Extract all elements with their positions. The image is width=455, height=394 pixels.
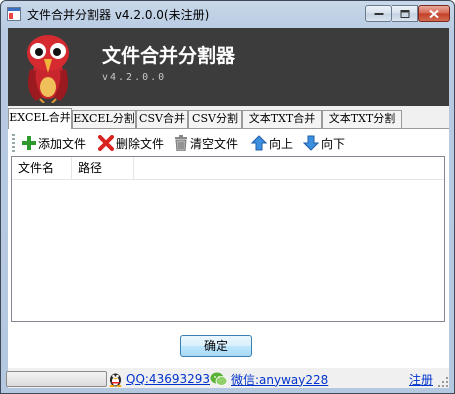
- window-title: 文件合并分割器 v4.2.0.0(未注册): [27, 8, 210, 22]
- maximize-icon: [400, 9, 409, 18]
- qq-contact[interactable]: QQ:43693293: [108, 371, 210, 387]
- delete-file-label: 删除文件: [116, 136, 165, 151]
- minimize-icon: [374, 12, 383, 15]
- wechat-link[interactable]: 微信:anyway228: [231, 371, 328, 388]
- clear-files-button[interactable]: 清空文件: [174, 134, 238, 152]
- tab-txt-merge[interactable]: 文本TXT合并: [242, 110, 322, 128]
- column-header-filename[interactable]: 文件名: [12, 157, 72, 180]
- maximize-button[interactable]: [392, 5, 418, 22]
- header-banner: 文件合并分割器 v4.2.0.0: [8, 28, 449, 106]
- banner-title: 文件合并分割器: [102, 45, 236, 67]
- toolbar: 添加文件 删除文件 清空文件 向上 向下: [12, 132, 448, 154]
- tab-csv-merge[interactable]: CSV合并: [136, 110, 188, 128]
- register-link[interactable]: 注册: [409, 371, 433, 388]
- wechat-icon: [210, 372, 228, 386]
- tab-strip: EXCEL合并 EXCEL分割 CSV合并 CSV分割 文本TXT合并 文本TX…: [8, 108, 449, 129]
- register-item[interactable]: 注册: [409, 371, 433, 387]
- tab-excel-merge[interactable]: EXCEL合并: [8, 108, 72, 129]
- move-down-label: 向下: [321, 136, 346, 151]
- resize-grip-icon[interactable]: [437, 376, 449, 388]
- app-icon: [7, 7, 21, 21]
- title-bar[interactable]: 文件合并分割器 v4.2.0.0(未注册): [1, 1, 454, 28]
- close-button[interactable]: [418, 5, 450, 22]
- file-list[interactable]: 文件名 路径: [11, 156, 445, 322]
- tab-txt-split[interactable]: 文本TXT分割: [322, 110, 402, 128]
- clear-files-label: 清空文件: [190, 136, 239, 151]
- app-window: 文件合并分割器 v4.2.0.0(未注册) 文件合并分割器 v4.2.0.0 E…: [0, 0, 455, 394]
- minimize-button[interactable]: [365, 5, 392, 22]
- close-icon: [429, 9, 439, 18]
- add-file-button[interactable]: 添加文件: [22, 134, 86, 152]
- red-x-icon: [98, 135, 114, 151]
- column-header-path[interactable]: 路径: [72, 157, 134, 180]
- client-area: 文件合并分割器 v4.2.0.0 EXCEL合并 EXCEL分割 CSV合并 C…: [6, 28, 449, 388]
- banner-version: v4.2.0.0: [102, 72, 167, 83]
- file-list-header: 文件名 路径: [12, 157, 444, 180]
- qq-penguin-icon: [109, 373, 122, 387]
- progress-bar: [6, 371, 107, 387]
- arrow-up-icon: [251, 135, 267, 151]
- delete-file-button[interactable]: 删除文件: [98, 134, 164, 152]
- ok-button[interactable]: 确定: [180, 335, 252, 357]
- tab-csv-split[interactable]: CSV分割: [188, 110, 242, 128]
- move-down-button[interactable]: 向下: [303, 134, 345, 152]
- parrot-logo-icon: [27, 35, 69, 103]
- wechat-contact[interactable]: 微信:anyway228: [210, 371, 328, 387]
- plus-icon: [22, 136, 36, 150]
- move-up-label: 向上: [269, 136, 294, 151]
- arrow-down-icon: [303, 135, 319, 151]
- move-up-button[interactable]: 向上: [251, 134, 293, 152]
- toolbar-grip[interactable]: [12, 134, 15, 152]
- status-bar: QQ:43693293 微信:anyway228 注册: [6, 368, 449, 388]
- add-file-label: 添加文件: [38, 136, 87, 151]
- trash-icon: [175, 135, 187, 151]
- tab-excel-split[interactable]: EXCEL分割: [72, 110, 136, 128]
- qq-link[interactable]: QQ:43693293: [126, 372, 210, 386]
